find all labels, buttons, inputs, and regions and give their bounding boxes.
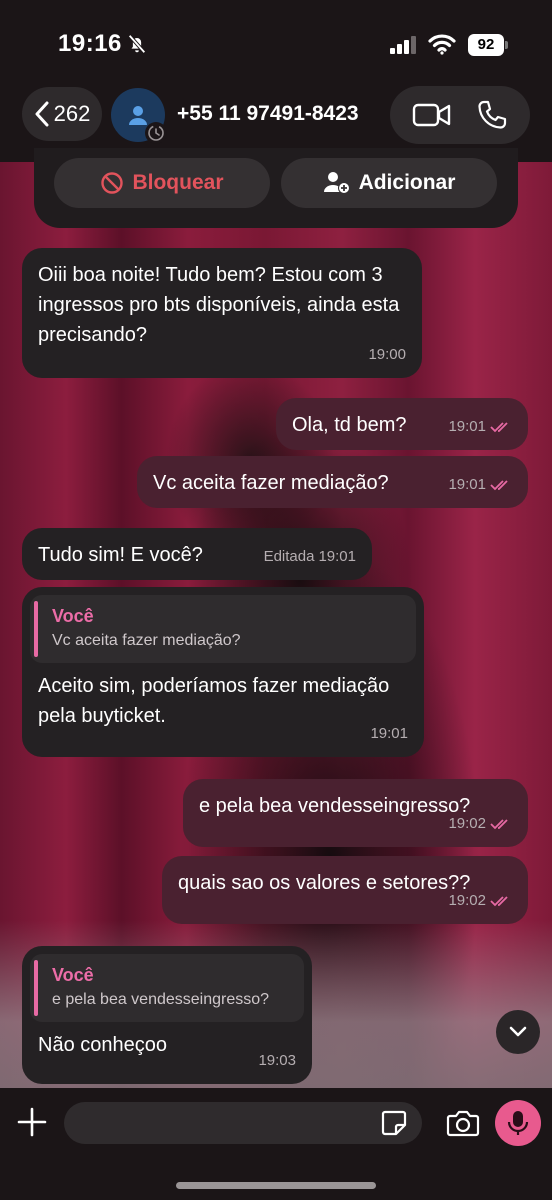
video-call-icon[interactable] (412, 101, 452, 129)
edited-label: Editada (263, 548, 315, 565)
status-time: 19:16 (58, 30, 122, 57)
message-bubble-outgoing[interactable]: Ola, td bem? 19:01 (276, 398, 528, 450)
message-meta: 19:02 (448, 886, 512, 916)
chevron-left-icon (35, 101, 49, 127)
quoted-reply[interactable]: Você Vc aceita fazer mediação? (30, 595, 416, 663)
read-receipt-icon (490, 480, 508, 491)
read-receipt-icon (490, 896, 508, 907)
add-contact-label: Adicionar (358, 171, 456, 194)
message-bubble-incoming[interactable]: Você Vc aceita fazer mediação? Aceito si… (22, 587, 424, 757)
message-meta: 19:01 (448, 470, 512, 500)
message-bubble-outgoing[interactable]: Vc aceita fazer mediação? 19:01 (137, 456, 528, 508)
contact-avatar[interactable] (111, 88, 167, 144)
message-time: 19:02 (448, 892, 486, 909)
cellular-signal-icon (390, 36, 416, 54)
quote-author: Você (52, 965, 94, 985)
message-time: 19:01 (448, 476, 486, 493)
message-time: 19:01 (448, 418, 486, 435)
quote-text: Vc aceita fazer mediação? (52, 632, 241, 649)
unread-count: 262 (53, 101, 91, 126)
plus-icon[interactable] (16, 1106, 48, 1138)
quoted-reply[interactable]: Você e pela bea vendesseingresso? (30, 954, 304, 1022)
status-bar: 19:16 92 (0, 0, 552, 88)
contact-name[interactable]: +55 11 97491-8423 (177, 102, 359, 126)
block-button[interactable]: Bloquear (54, 158, 270, 208)
sticker-icon[interactable] (380, 1109, 408, 1137)
back-button[interactable]: 262 (22, 87, 102, 141)
read-receipt-icon (490, 422, 508, 433)
voice-message-button[interactable] (495, 1100, 541, 1146)
message-bubble-incoming[interactable]: Tudo sim! E você? Editada 19:01 (22, 528, 372, 580)
block-icon (101, 172, 124, 194)
camera-icon[interactable] (446, 1108, 480, 1138)
quote-author: Você (52, 606, 94, 626)
microphone-icon (507, 1111, 529, 1135)
battery-level: 92 (468, 34, 504, 56)
message-time: 19:01 (370, 725, 408, 742)
unknown-contact-banner: Bloquear Adicionar (34, 148, 518, 228)
wifi-icon (428, 34, 456, 55)
add-contact-button[interactable]: Adicionar (281, 158, 497, 208)
message-meta: 19:02 (448, 809, 512, 839)
block-label: Bloquear (132, 171, 224, 194)
read-receipt-icon (490, 819, 508, 830)
quote-text: e pela bea vendesseingresso? (52, 991, 270, 1008)
message-bubble-outgoing[interactable]: quais sao os valores e setores?? 19:02 (162, 856, 528, 924)
message-bubble-outgoing[interactable]: e pela bea vendesseingresso? 19:02 (183, 779, 528, 847)
disappearing-timer-icon (145, 122, 167, 144)
message-meta: 19:03 (258, 1046, 296, 1076)
message-text: Aceito sim, poderíamos fazer mediação pe… (38, 675, 390, 727)
message-time: 19:01 (318, 548, 356, 565)
message-meta: 19:01 (370, 719, 408, 749)
message-bubble-incoming[interactable]: Oiii boa noite! Tudo bem? Estou com 3 in… (22, 248, 422, 378)
scroll-to-bottom-button[interactable] (496, 1010, 540, 1054)
message-meta: 19:01 (448, 412, 512, 442)
chevron-down-icon (509, 1026, 527, 1037)
add-person-icon (323, 172, 350, 194)
message-text: Oiii boa noite! Tudo bem? Estou com 3 in… (38, 264, 400, 346)
battery-indicator: 92 (468, 34, 508, 56)
bell-off-icon (128, 34, 146, 54)
message-time: 19:02 (448, 815, 486, 832)
message-meta: Editada 19:01 (264, 542, 356, 572)
home-indicator (176, 1182, 376, 1189)
message-time: 19:03 (258, 1052, 296, 1069)
message-input[interactable] (64, 1102, 422, 1144)
message-bubble-incoming[interactable]: Você e pela bea vendesseingresso? Não co… (22, 946, 312, 1084)
call-actions (390, 86, 530, 144)
message-time: 19:00 (368, 346, 406, 363)
phone-call-icon[interactable] (476, 99, 508, 131)
message-meta: 19:00 (368, 340, 406, 370)
